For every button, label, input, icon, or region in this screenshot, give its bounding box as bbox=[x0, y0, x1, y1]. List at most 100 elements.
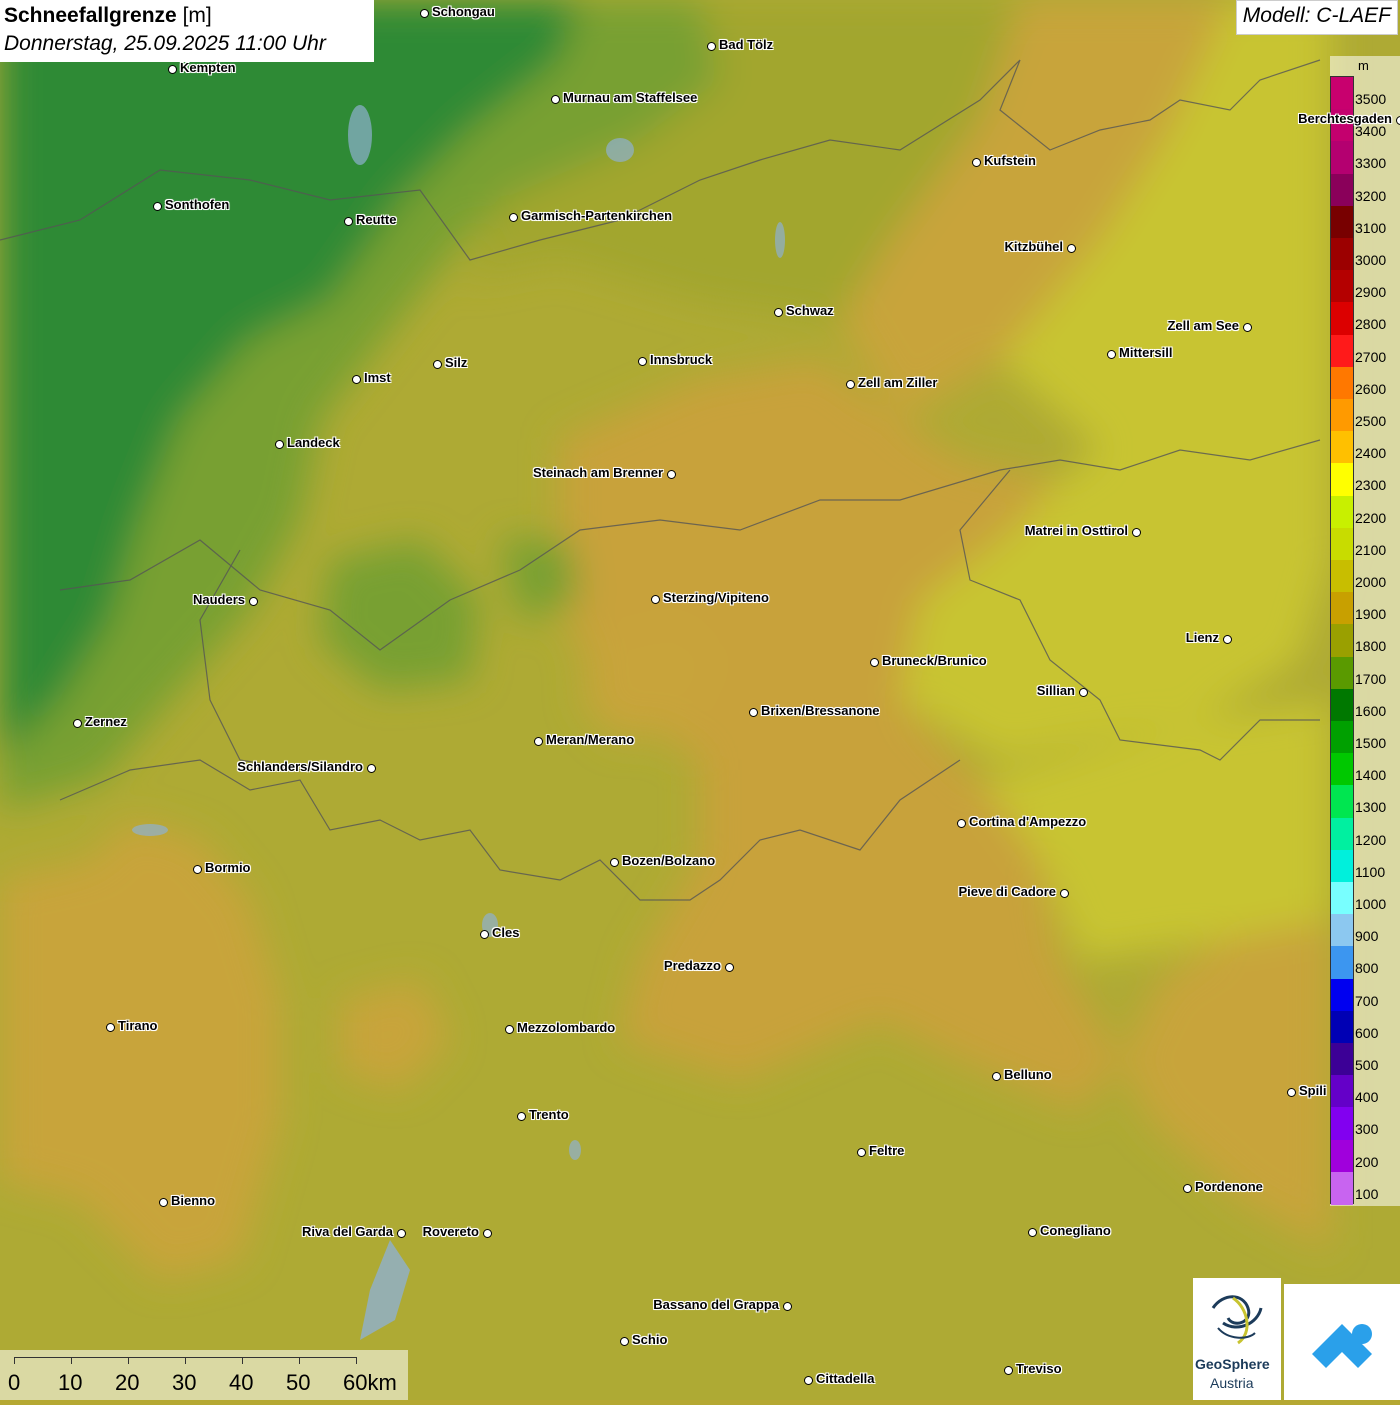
legend-swatch bbox=[1331, 882, 1353, 915]
legend-label: 800 bbox=[1355, 960, 1379, 977]
legend-swatch bbox=[1331, 527, 1353, 561]
city-marker bbox=[397, 1229, 406, 1238]
legend-swatch bbox=[1331, 77, 1353, 110]
city-marker bbox=[168, 65, 177, 74]
city-label: Tirano bbox=[118, 1018, 158, 1033]
city-marker bbox=[1243, 323, 1252, 332]
city-marker bbox=[749, 708, 758, 717]
city-marker bbox=[153, 202, 162, 211]
city-label: Schongau bbox=[432, 4, 495, 19]
scale-tick bbox=[185, 1357, 186, 1364]
logo-text-austria: Austria bbox=[1210, 1375, 1254, 1391]
city-marker bbox=[638, 357, 647, 366]
city-marker bbox=[551, 95, 560, 104]
city-label: Landeck bbox=[287, 435, 340, 450]
city-label: Matrei in Osttirol bbox=[1024, 523, 1128, 538]
city-label: Innsbruck bbox=[650, 352, 713, 367]
city-marker bbox=[725, 963, 734, 972]
legend-label: 2000 bbox=[1355, 574, 1387, 590]
legend-swatch bbox=[1331, 205, 1353, 239]
legend-label: 1200 bbox=[1355, 831, 1387, 848]
city-label: Nauders bbox=[192, 592, 245, 607]
city-marker bbox=[367, 764, 376, 773]
legend-label: 900 bbox=[1355, 928, 1379, 945]
legend-label: 2300 bbox=[1355, 477, 1387, 494]
city-label: Silz bbox=[445, 355, 468, 370]
legend-color-bar bbox=[1330, 76, 1354, 1205]
legend-swatch bbox=[1331, 1043, 1353, 1076]
legend-swatch bbox=[1331, 399, 1353, 432]
city-label: Schwaz bbox=[786, 303, 834, 318]
city-label: Cittadella bbox=[816, 1371, 875, 1386]
legend-swatch bbox=[1331, 817, 1353, 851]
legend-label: 3200 bbox=[1355, 187, 1387, 204]
scale-tick bbox=[128, 1357, 129, 1364]
city-marker bbox=[667, 470, 676, 479]
legend-label: 2700 bbox=[1355, 348, 1387, 365]
legend-swatch bbox=[1331, 721, 1353, 754]
legend-swatch bbox=[1331, 238, 1353, 271]
legend-label: 200 bbox=[1355, 1153, 1379, 1170]
legend-label: 3100 bbox=[1355, 219, 1387, 236]
map-date: Donnerstag, 25.09.2025 11:00 Uhr bbox=[4, 32, 326, 55]
city-marker bbox=[620, 1337, 629, 1346]
legend-swatch bbox=[1331, 914, 1353, 948]
city-marker bbox=[193, 865, 202, 874]
city-marker bbox=[433, 360, 442, 369]
legend-swatch bbox=[1331, 946, 1353, 980]
model-label: Modell: C-LAEF bbox=[1235, 0, 1398, 35]
legend-swatch bbox=[1331, 302, 1353, 336]
city-marker bbox=[1223, 635, 1232, 644]
legend-swatch bbox=[1331, 463, 1353, 497]
city-marker bbox=[972, 158, 981, 167]
city-marker bbox=[1028, 1228, 1037, 1237]
scale-tick bbox=[14, 1357, 15, 1364]
city-marker bbox=[159, 1198, 168, 1207]
city-label: Mittersill bbox=[1119, 345, 1173, 360]
legend-unit: m bbox=[1358, 58, 1369, 73]
city-marker bbox=[1079, 688, 1088, 697]
city-label: Kitzbühel bbox=[1004, 239, 1064, 254]
legend-swatch bbox=[1331, 560, 1353, 593]
city-label: Predazzo bbox=[663, 958, 721, 973]
weather-app-logo bbox=[1284, 1284, 1400, 1400]
city-label: Imst bbox=[364, 370, 391, 385]
city-marker bbox=[992, 1072, 1001, 1081]
scale-label: 60km bbox=[343, 1370, 397, 1395]
legend-swatch bbox=[1331, 270, 1353, 304]
city-marker bbox=[857, 1148, 866, 1157]
legend-swatch bbox=[1331, 334, 1353, 368]
city-label: Rovereto bbox=[422, 1224, 479, 1239]
city-marker bbox=[870, 658, 879, 667]
legend-label: 1500 bbox=[1355, 735, 1387, 751]
legend-label: 1900 bbox=[1355, 606, 1387, 623]
logo-text-geosphere: GeoSphere bbox=[1195, 1356, 1270, 1372]
city-label: Riva del Garda bbox=[301, 1224, 393, 1239]
legend-swatch bbox=[1331, 1010, 1353, 1044]
city-label: Treviso bbox=[1016, 1361, 1062, 1376]
scale-tick bbox=[356, 1357, 357, 1364]
city-label: Murnau am Staffelsee bbox=[563, 90, 698, 105]
city-marker bbox=[249, 597, 258, 606]
legend-label: 1700 bbox=[1355, 670, 1387, 687]
city-label: Feltre bbox=[869, 1143, 905, 1158]
legend-swatch bbox=[1331, 1107, 1353, 1141]
city-marker bbox=[106, 1023, 115, 1032]
legend-label: 600 bbox=[1355, 1024, 1379, 1041]
cloud-arrow-icon bbox=[1312, 1324, 1372, 1368]
city-marker bbox=[610, 858, 619, 867]
legend-label: 3300 bbox=[1355, 155, 1387, 172]
city-label: Cles bbox=[492, 925, 520, 940]
city-label: Zernez bbox=[85, 714, 127, 729]
scale-label: 20 bbox=[115, 1370, 140, 1395]
city-label: Pordenone bbox=[1195, 1179, 1263, 1194]
city-marker bbox=[1107, 350, 1116, 359]
geosphere-swirl-icon bbox=[1211, 1295, 1263, 1345]
legend-label: 2800 bbox=[1355, 316, 1387, 333]
legend-label: 1100 bbox=[1355, 863, 1386, 880]
city-label: Steinach am Brenner bbox=[532, 465, 663, 480]
city-marker bbox=[352, 375, 361, 384]
scale-label: 30 bbox=[172, 1370, 197, 1395]
legend-label: 1800 bbox=[1355, 638, 1387, 655]
city-marker bbox=[846, 380, 855, 389]
